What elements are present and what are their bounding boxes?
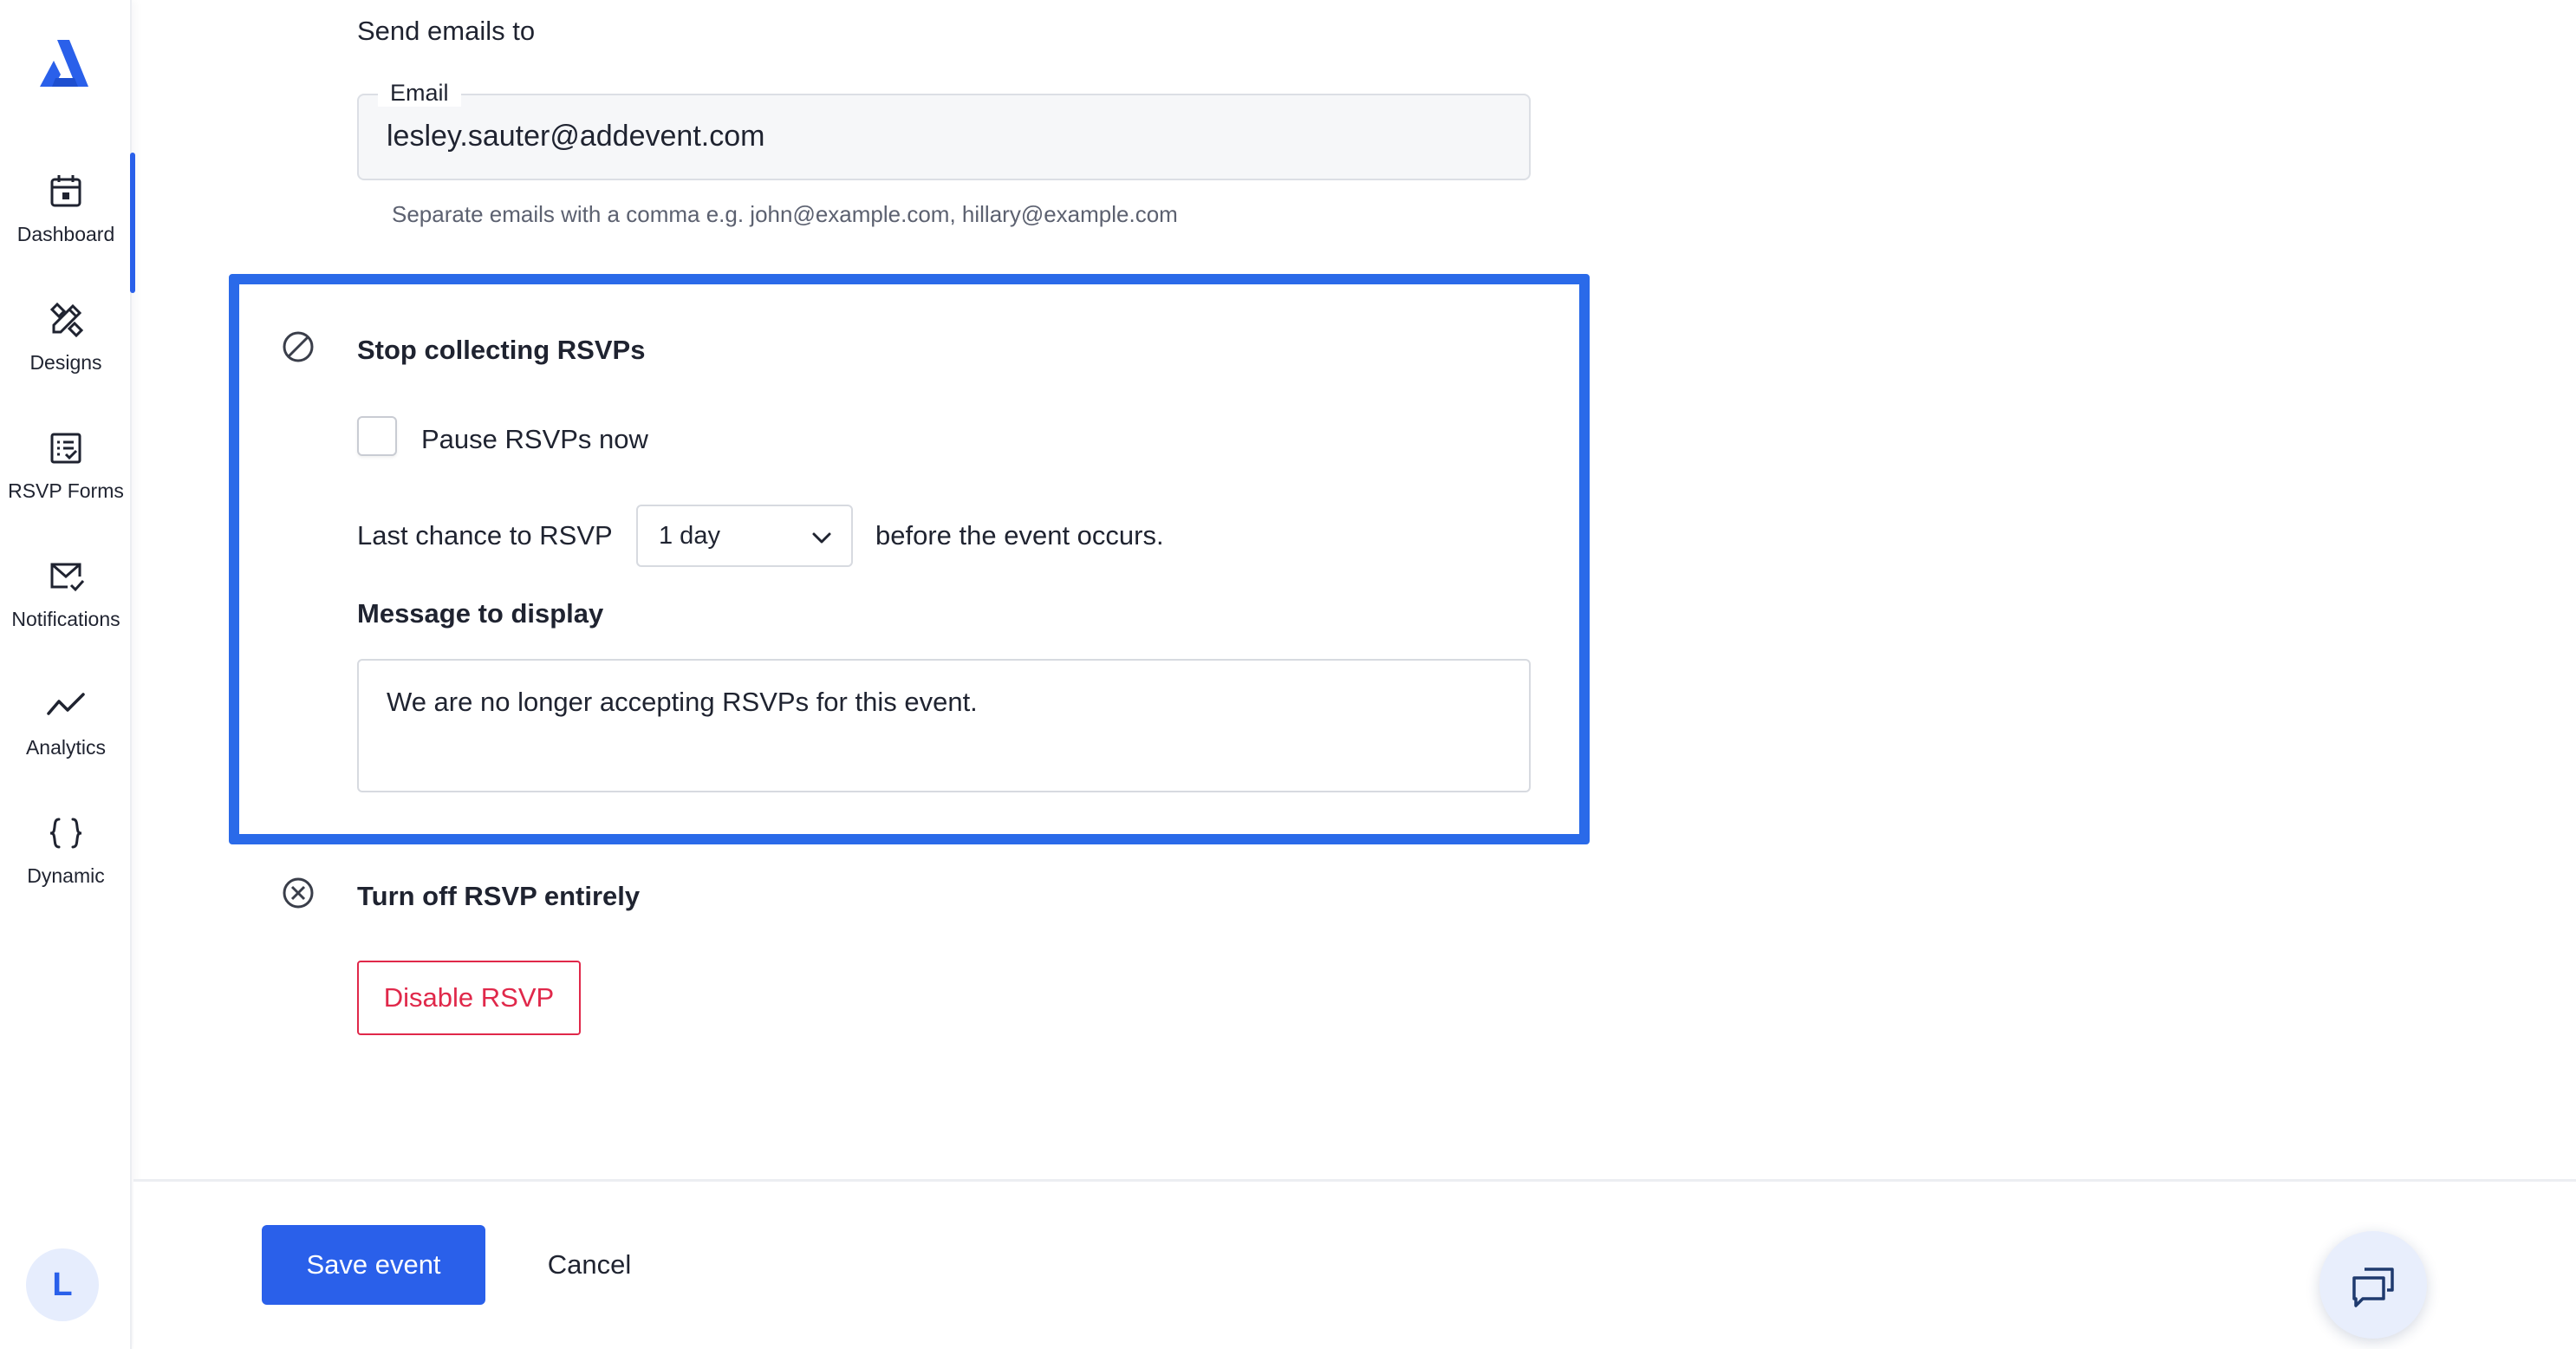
email-helper-text: Separate emails with a comma e.g. john@e… [392,201,1178,227]
avatar[interactable]: L [26,1248,99,1321]
curly-braces-icon [49,818,82,848]
send-emails-title: Send emails to [357,16,536,46]
turn-off-rsvp-title: Turn off RSVP entirely [357,881,641,911]
sidebar-item-dashboard[interactable]: Dashboard [0,144,135,293]
addevent-logo[interactable] [31,35,92,95]
sidebar-item-label: Notifications [11,607,120,630]
close-circle-icon [283,877,314,909]
ban-icon [283,331,314,362]
cancel-button[interactable]: Cancel [511,1225,667,1305]
sidebar-item-label: RSVP Forms [8,479,124,502]
email-input[interactable] [387,120,1496,153]
trend-line-icon [47,692,85,715]
disable-rsvp-button[interactable]: Disable RSVP [357,961,581,1035]
main-content: Send emails to Email Separate emails wit… [133,0,2576,1349]
mail-check-icon [50,563,85,591]
sidebar-item-notifications[interactable]: Notifications [0,529,132,657]
chat-button[interactable] [2319,1231,2427,1339]
sidebar-item-label: Dynamic [27,863,105,887]
pause-rsvps-label[interactable]: Pause RSVPs now [421,424,648,455]
sidebar: Dashboard Designs RSVP Forms Notificatio… [0,0,135,1349]
deadline-select-value: 1 day [659,521,720,550]
footer-bar: Save event Cancel [133,1179,2576,1349]
stop-collecting-title: Stop collecting RSVPs [357,335,646,365]
sidebar-item-designs[interactable]: Designs [0,272,132,401]
sidebar-item-analytics[interactable]: Analytics [0,657,132,785]
sidebar-item-label: Designs [29,350,102,374]
message-label: Message to display [357,598,604,629]
sidebar-item-label: Analytics [25,735,107,759]
pause-rsvps-checkbox[interactable] [357,416,397,456]
chevron-down-icon [812,532,831,544]
sidebar-item-dynamic[interactable]: Dynamic [0,785,132,914]
save-event-button[interactable]: Save event [262,1225,485,1305]
design-tools-icon [49,302,84,337]
email-field[interactable]: Email [357,80,1531,180]
sidebar-item-label: Dashboard [16,222,115,245]
sidebar-item-rsvp-forms[interactable]: RSVP Forms [0,401,132,529]
rsvp-form-icon [50,433,81,463]
chat-icon [2352,1268,2394,1307]
calendar-icon [50,174,81,206]
last-chance-label: Last chance to RSVP [357,520,613,551]
deadline-select[interactable]: 1 day [636,505,853,567]
message-textarea[interactable]: We are no longer accepting RSVPs for thi… [357,659,1531,792]
before-event-text: before the event occurs. [875,520,1164,551]
email-field-label: Email [378,80,461,107]
